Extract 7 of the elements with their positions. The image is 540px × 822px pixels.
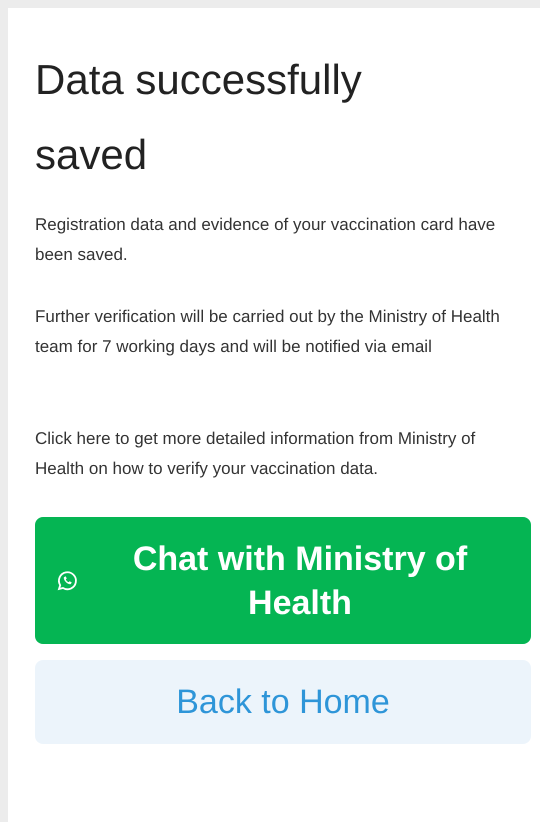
whatsapp-icon (55, 568, 79, 592)
message-text: Registration data and evidence of your vaccination card have been saved. (35, 214, 496, 266)
message-text: Further verification will be carried out by the Ministry of Health team for 7 working days and will be notified via email (35, 306, 501, 358)
home-button[interactable]: Back to Home (35, 660, 531, 744)
message-text: Click here to get more detailed information from Ministry of Health on how to verify your vaccination data. (35, 428, 476, 480)
chat-button[interactable]: Chat with Ministry of Health (35, 517, 531, 644)
page-title: Data successfully saved (35, 55, 363, 180)
